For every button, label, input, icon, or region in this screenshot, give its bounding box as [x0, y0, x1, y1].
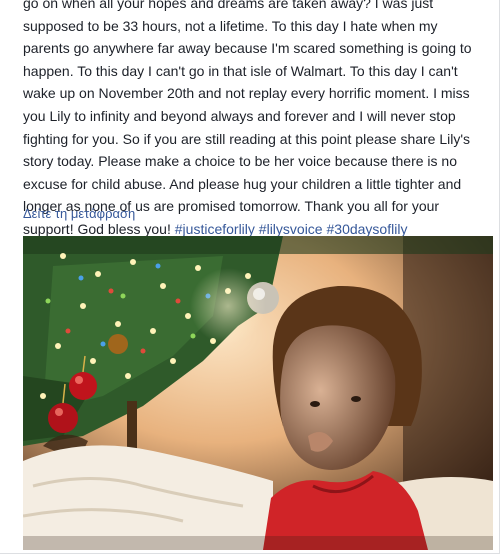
post-text-line: support! God bless you!	[23, 220, 171, 237]
post-text-line: excuse for child abuse. And please hug y…	[23, 175, 462, 192]
post-text-line: parents go anywhere far away because I'm…	[23, 40, 472, 57]
post-photo[interactable]	[23, 236, 493, 550]
post-text-line: happen. To this day I can't go in that i…	[23, 62, 458, 79]
post-text-line: go on when all your hopes and dreams are…	[23, 0, 434, 11]
see-translation-link[interactable]: Δείτε τη μετάφραση	[23, 206, 135, 221]
post-text-line: story today. Please make a choice to be …	[23, 153, 457, 170]
post-container: go on when all your hopes and dreams are…	[0, 0, 500, 554]
hashtag-link-30daysoflily[interactable]: #30daysoflily	[327, 221, 408, 237]
post-text-line: wake up on November 20th and not replay …	[23, 85, 470, 102]
post-body-text: go on when all your hopes and dreams are…	[23, 0, 493, 241]
hashtag-link-justiceforlily[interactable]: #justiceforlily	[175, 221, 255, 237]
post-text-line: supposed to be 33 hours, not a lifetime.…	[23, 17, 438, 34]
hashtag-link-lilysvoice[interactable]: #lilysvoice	[259, 221, 323, 237]
photo-child-christmas-tree	[23, 236, 493, 550]
post-text-line: you Lily to infinity and beyond always a…	[23, 107, 456, 124]
post-text-line: fighting for you. So if you are still re…	[23, 130, 471, 147]
